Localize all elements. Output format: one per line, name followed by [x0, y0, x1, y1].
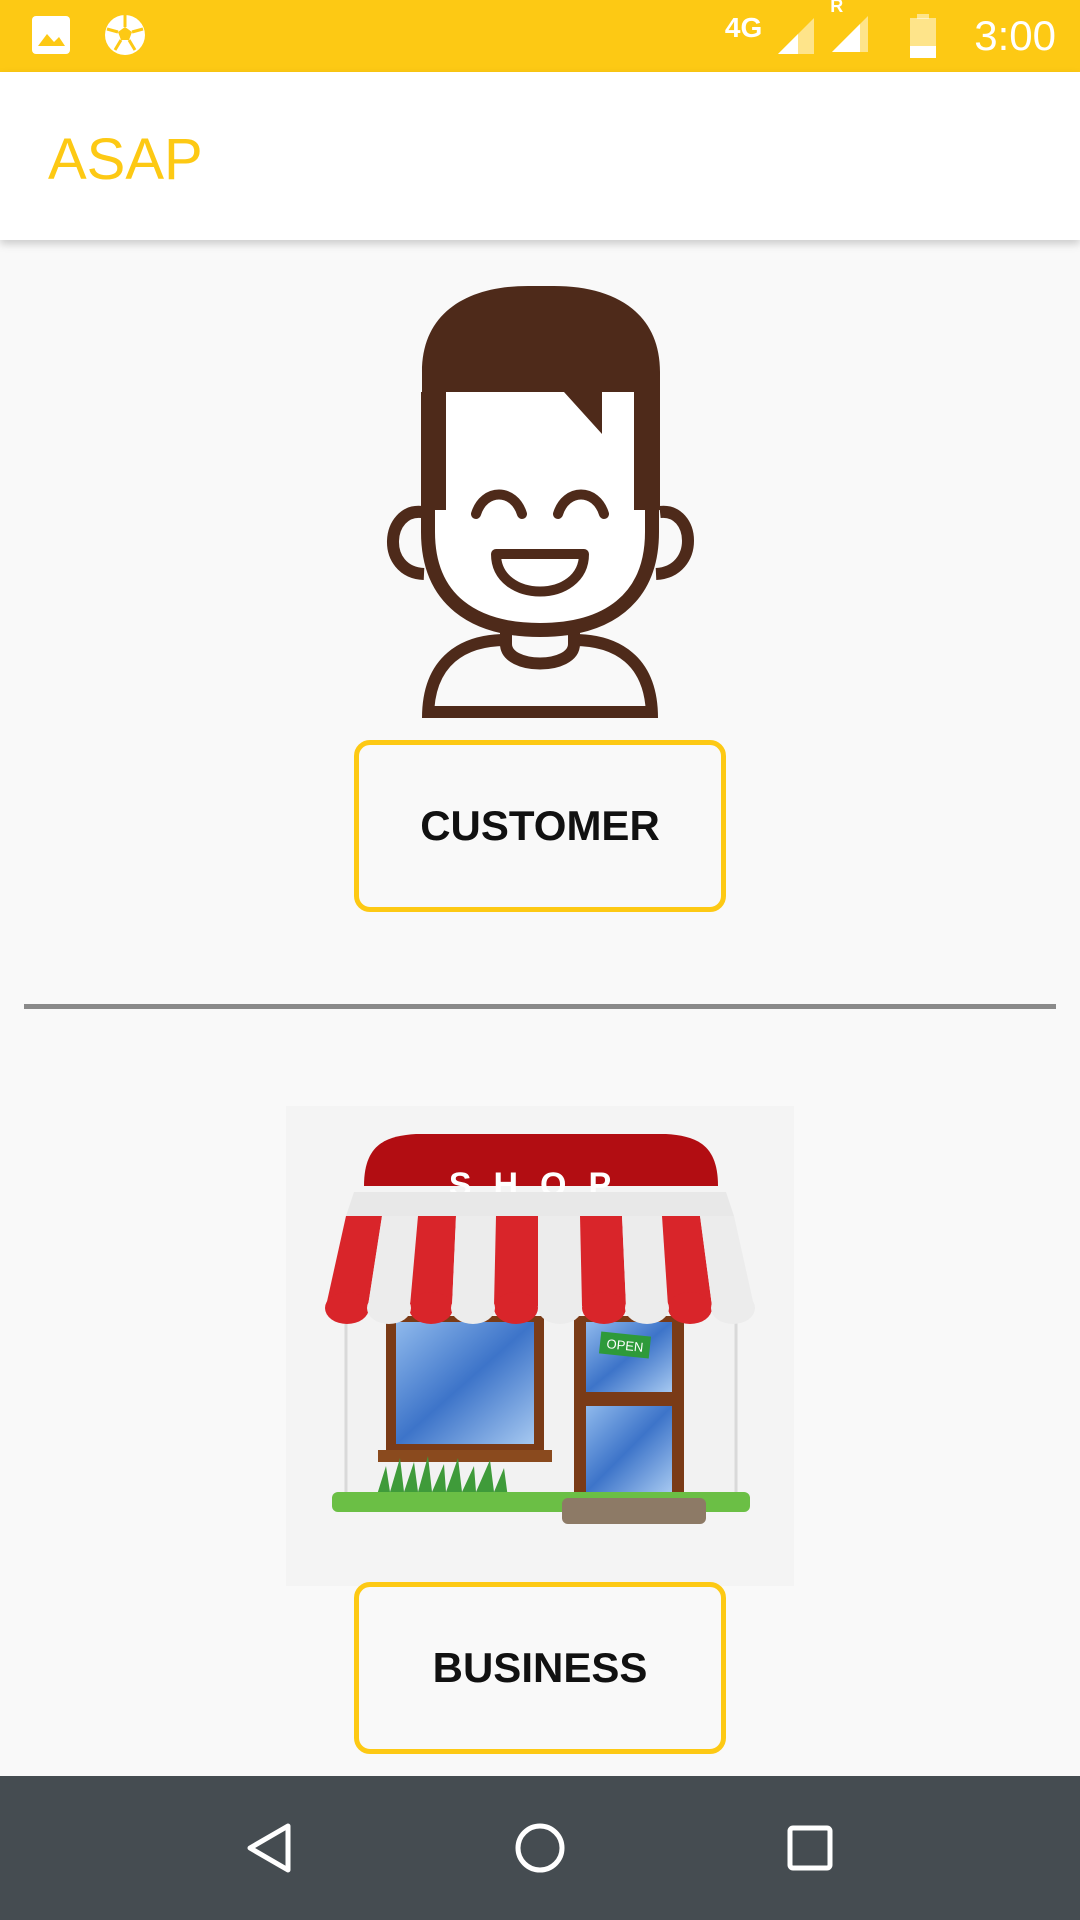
shop-storefront-icon: OPEN SHOP: [286, 1106, 794, 1586]
roaming-signal-icon: [832, 15, 869, 52]
customer-avatar-icon: [387, 286, 694, 719]
battery-icon: [910, 14, 937, 58]
customer-button[interactable]: CUSTOMER: [354, 740, 726, 912]
divider: [24, 1004, 1056, 1009]
business-button[interactable]: BUSINESS: [354, 1582, 726, 1754]
recents-icon[interactable]: [774, 1812, 846, 1884]
app-bar: ASAP: [0, 72, 1080, 240]
status-time: 3:00: [974, 12, 1056, 59]
navigation-bar: [0, 1776, 1080, 1920]
signal-icon: [778, 18, 815, 54]
network-type: 4G: [724, 12, 763, 43]
roaming-indicator: R: [830, 0, 844, 16]
soccer-ball-icon: [105, 15, 145, 55]
image-icon: [32, 16, 70, 54]
screen: 4G R 3:00 ASAP CUSTOMER OPEN SHOP BUSINE…: [0, 0, 1080, 1920]
app-title: ASAP: [48, 127, 203, 192]
status-bar: 4G R 3:00: [0, 0, 1080, 72]
home-icon[interactable]: [504, 1812, 576, 1884]
back-icon[interactable]: [234, 1812, 306, 1884]
